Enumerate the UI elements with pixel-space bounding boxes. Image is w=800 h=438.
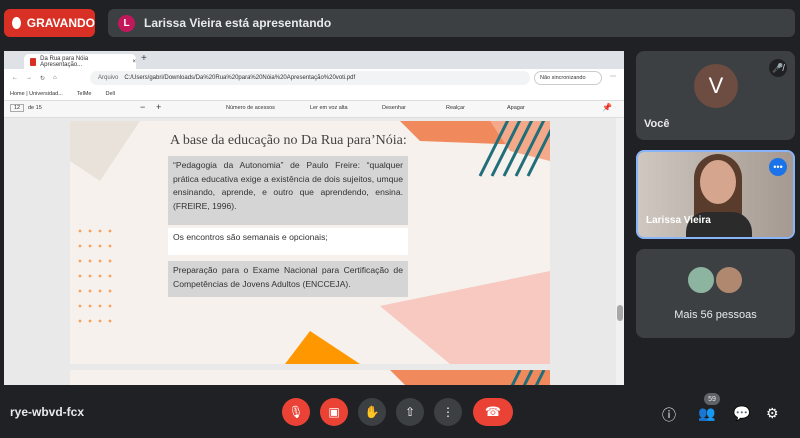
hand-icon: ✋ — [364, 405, 380, 419]
scroll-thumb[interactable] — [617, 305, 623, 321]
slide-box-freire: “Pedagogia da Autonomia” de Paulo Freire… — [168, 156, 408, 225]
present-button[interactable]: ⇧ — [396, 398, 424, 426]
meeting-code: rye-wbvd-fcx — [10, 405, 85, 419]
new-tab-icon[interactable]: + — [141, 53, 147, 64]
mic-off-icon: 🎤̸ — [769, 59, 787, 77]
presenter-banner: L Larissa Vieira está apresentando — [108, 9, 795, 37]
pdf-viewer: A base da educação no Da Rua para’Nóia: … — [4, 118, 624, 385]
tile-more-people[interactable]: Mais 56 pessoas — [636, 249, 795, 338]
camera-toggle-button[interactable]: ▣ — [320, 398, 348, 426]
larissa-name: Larissa Vieira — [646, 215, 711, 226]
address-bar-row: ← → ↻ ⌂ Arquivo C:/Users/gabri/Downloads… — [4, 69, 624, 87]
self-name: Você — [644, 118, 670, 130]
next-slide-page — [70, 370, 550, 385]
home-icon[interactable]: ⌂ — [53, 75, 57, 81]
info-icon: ⓘ — [662, 407, 676, 423]
activities-icon: ⚙ — [766, 405, 779, 421]
end-call-button[interactable]: ☎ — [473, 398, 513, 426]
slide-title: A base da educação no Da Rua para’Nóia: — [170, 133, 407, 148]
pdf-scrollbar[interactable] — [616, 118, 624, 385]
browser-tab[interactable]: Da Rua para Nóia Apresentação... × — [24, 54, 136, 69]
zoom-out-icon[interactable]: − — [140, 102, 145, 112]
pdf-icon — [30, 57, 37, 66]
zoom-in-icon[interactable]: + — [156, 102, 161, 112]
present-icon: ⇧ — [404, 405, 416, 419]
self-avatar: V — [694, 64, 738, 108]
access-button[interactable]: Número de acessos — [226, 105, 275, 111]
bookmark-item[interactable]: Home | Universidad... — [10, 91, 63, 97]
recording-label: GRAVANDO — [26, 16, 95, 30]
tile-larissa[interactable]: ••• Larissa Vieira — [636, 150, 795, 239]
page-number-field[interactable]: 12 — [10, 104, 25, 112]
address-prefix: Arquivo — [98, 75, 119, 81]
page-total: de 15 — [28, 105, 42, 111]
more-people-label: Mais 56 pessoas — [674, 309, 757, 321]
slide-box-encceja: Preparação para o Exame Nacional para Ce… — [168, 261, 408, 297]
raise-hand-button[interactable]: ✋ — [358, 398, 386, 426]
avatar — [686, 265, 716, 295]
menu-icon[interactable]: ⋯ — [610, 73, 616, 80]
sync-button[interactable]: Não sincronizando — [534, 71, 602, 85]
forward-icon[interactable]: → — [26, 75, 32, 81]
more-options-icon[interactable]: ••• — [769, 158, 787, 176]
reload-icon[interactable]: ↻ — [40, 75, 45, 82]
people-count-badge: 59 — [704, 393, 720, 405]
people-icon: 👥 — [698, 405, 716, 421]
browser-tab-bar: Da Rua para Nóia Apresentação... × + — [4, 51, 624, 69]
chat-button[interactable]: 💬 — [733, 405, 750, 422]
pin-icon[interactable]: 📌 — [602, 103, 612, 112]
slide-box-encontros: Os encontros são semanais e opcionais; — [168, 228, 408, 255]
phone-hangup-icon: ☎ — [484, 404, 502, 419]
bookmark-item[interactable]: Dell — [105, 91, 114, 97]
more-vert-icon: ⋮ — [442, 405, 454, 419]
draw-button[interactable]: Desenhar — [382, 105, 406, 111]
presenter-avatar: L — [118, 14, 135, 32]
highlight-button[interactable]: Realçar — [446, 105, 465, 111]
more-options-button[interactable]: ⋮ — [434, 398, 462, 426]
close-tab-icon[interactable]: × — [132, 59, 136, 65]
camera-off-icon: ▣ — [328, 405, 340, 419]
bookmarks-bar: Home | Universidad... TelMe Dell — [4, 87, 624, 101]
mic-off-icon: 🎙 — [288, 405, 304, 419]
read-aloud-button[interactable]: Ler em voz alta — [310, 105, 348, 111]
url-field[interactable]: Arquivo C:/Users/gabri/Downloads/Da%20Ru… — [90, 71, 530, 85]
recording-indicator: GRAVANDO — [4, 9, 95, 37]
people-button[interactable]: 👥 — [698, 405, 715, 422]
slide-page: A base da educação no Da Rua para’Nóia: … — [70, 121, 550, 364]
shared-screen: Da Rua para Nóia Apresentação... × + ← →… — [4, 51, 624, 385]
mic-toggle-button[interactable]: 🎙 — [282, 398, 310, 426]
activities-button[interactable]: ⚙ — [766, 405, 779, 422]
tile-self[interactable]: 🎤̸ V Você — [636, 51, 795, 140]
info-button[interactable]: ⓘ — [662, 405, 676, 425]
tab-title: Da Rua para Nóia Apresentação... — [40, 55, 89, 68]
video-person-face — [700, 160, 736, 204]
chat-icon: 💬 — [733, 405, 751, 421]
back-icon[interactable]: ← — [12, 75, 18, 81]
pdf-toolbar: 12 de 15 − + Número de acessos Ler em vo… — [4, 101, 624, 118]
next-slide-decoration — [390, 370, 550, 385]
avatar — [714, 265, 744, 295]
bookmark-item[interactable]: TelMe — [77, 91, 92, 97]
presenter-text: Larissa Vieira está apresentando — [144, 16, 332, 30]
erase-button[interactable]: Apagar — [507, 105, 525, 111]
url-text: C:/Users/gabri/Downloads/Da%20Rua%20para… — [124, 75, 356, 81]
record-dot-icon — [12, 17, 21, 29]
sync-label: Não sincronizando — [540, 75, 586, 81]
